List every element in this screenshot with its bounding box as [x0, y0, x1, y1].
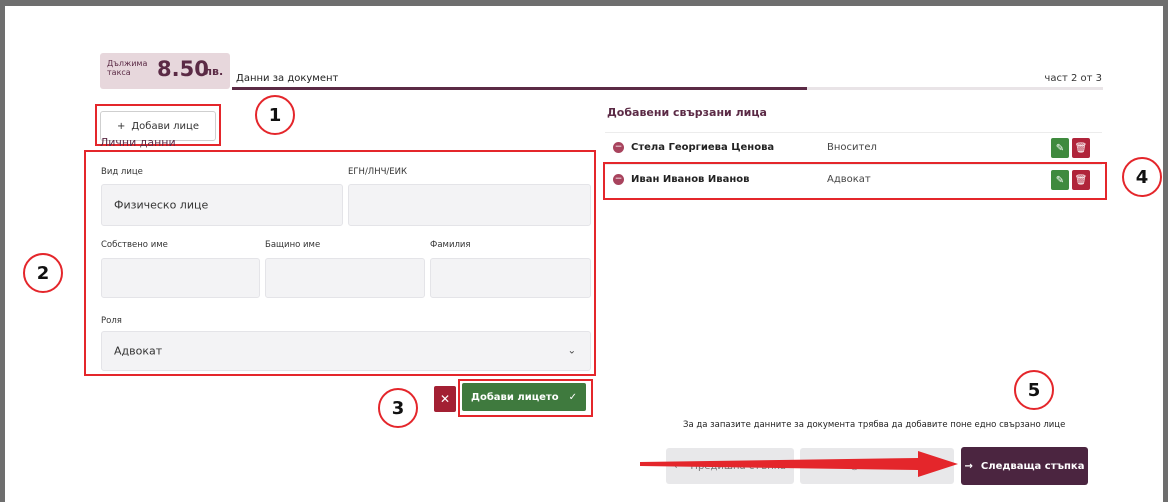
cancel-button[interactable]: ✕ — [434, 386, 456, 412]
related-person-row: − Стела Георгиева Ценова Вносител ✎ 🗑 — [605, 132, 1102, 163]
next-step-button[interactable]: → Следваща стъпка — [961, 447, 1088, 485]
pencil-icon: ✎ — [1055, 174, 1065, 186]
last-name-label: Фамилия — [430, 240, 471, 250]
person-name: Иван Иванов Иванов — [631, 174, 750, 185]
pencil-icon: ✎ — [1055, 142, 1065, 154]
annotation-marker-2: 2 — [23, 253, 63, 293]
progress-fill — [232, 87, 807, 90]
hint-text: За да запазите данните за документа тряб… — [683, 420, 1066, 430]
window-frame-left — [0, 0, 5, 502]
person-role: Адвокат — [827, 174, 871, 185]
personal-data-title: Лични данни — [100, 136, 176, 149]
arrow-right-icon: → — [964, 460, 973, 472]
egn-label: ЕГН/ЛНЧ/ЕИК — [348, 167, 408, 177]
related-person-row: − Иван Иванов Иванов Адвокат ✎ 🗑 — [605, 164, 1102, 195]
window-frame-right — [1163, 0, 1168, 502]
role-label: Роля — [101, 316, 122, 326]
step-indicator: част 2 от 3 — [1044, 73, 1102, 84]
remove-circle-icon: − — [613, 142, 624, 153]
first-name-label: Собствено име — [101, 240, 168, 250]
fee-amount: 8.50 — [157, 57, 209, 81]
check-icon: ✓ — [568, 391, 577, 403]
last-name-field[interactable] — [430, 258, 591, 298]
page-title: Данни за документ — [236, 73, 339, 84]
save-person-button[interactable]: Добави лицето ✓ — [462, 383, 586, 411]
delete-button[interactable]: 🗑 — [1072, 138, 1090, 158]
close-icon: ✕ — [439, 392, 451, 406]
person-name: Стела Георгиева Ценова — [631, 142, 775, 153]
person-role: Вносител — [827, 142, 877, 153]
role-value: Адвокат — [114, 344, 163, 358]
person-type-value: Физическо лице — [114, 198, 209, 212]
delete-button[interactable]: 🗑 — [1072, 170, 1090, 190]
window-frame-top — [0, 0, 1168, 6]
remove-circle-icon: − — [613, 174, 624, 185]
plus-icon: + — [116, 120, 126, 132]
fee-label: Дължима такса — [107, 59, 148, 77]
annotation-arrow — [640, 451, 958, 477]
person-type-label: Вид лице — [101, 167, 143, 177]
add-person-label: Добави лице — [131, 120, 200, 132]
middle-name-field[interactable] — [265, 258, 425, 298]
progress-bar — [232, 87, 1103, 90]
edit-button[interactable]: ✎ — [1051, 170, 1069, 190]
edit-button[interactable]: ✎ — [1051, 138, 1069, 158]
annotation-marker-3: 3 — [378, 388, 418, 428]
person-type-field[interactable]: Физическо лице — [101, 184, 343, 226]
trash-icon: 🗑 — [1074, 142, 1088, 154]
trash-icon: 🗑 — [1074, 174, 1088, 186]
annotation-marker-1: 1 — [255, 95, 295, 135]
fee-currency: лв. — [204, 65, 224, 78]
first-name-field[interactable] — [101, 258, 260, 298]
egn-field[interactable] — [348, 184, 591, 226]
save-person-label: Добави лицето — [471, 391, 559, 403]
chevron-down-icon: ⌄ — [567, 345, 576, 357]
next-step-label: Следваща стъпка — [980, 460, 1085, 472]
fee-badge: Дължима такса 8.50 лв. — [100, 53, 230, 89]
annotation-marker-4: 4 — [1122, 157, 1162, 197]
related-persons-title: Добавени свързани лица — [607, 106, 767, 119]
annotation-marker-5: 5 — [1014, 370, 1054, 410]
role-select[interactable]: Адвокат ⌄ — [101, 331, 591, 371]
middle-name-label: Бащино име — [265, 240, 321, 250]
